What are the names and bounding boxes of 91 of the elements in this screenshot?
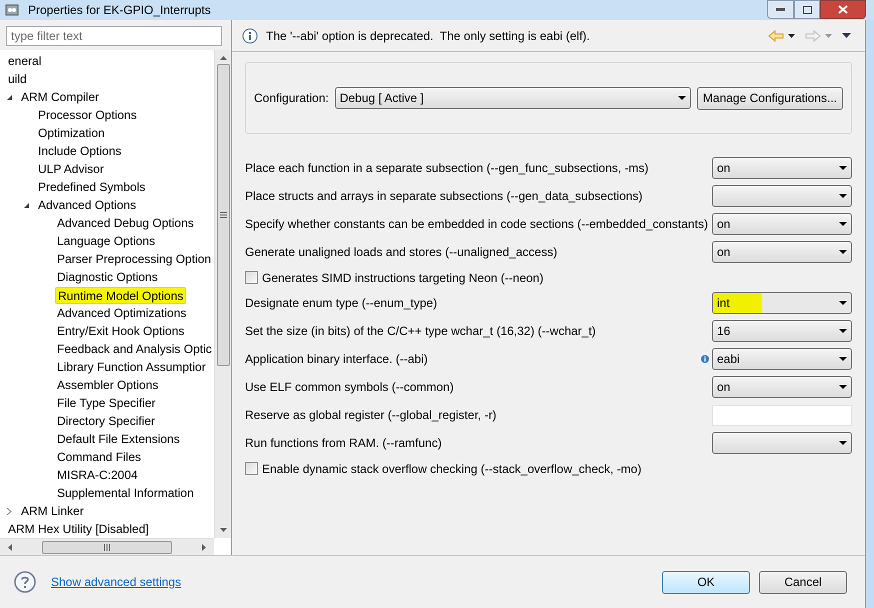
- tree-item[interactable]: Library Function Assumptior: [55, 358, 208, 376]
- option-dropdown[interactable]: int: [712, 292, 852, 314]
- dropdown-arrow-icon: [839, 222, 847, 226]
- option-label: Set the size (in bits) of the C/C++ type wchar_t (16,32) (--wchar_t): [245, 323, 596, 340]
- scroll-right-icon: [202, 544, 206, 550]
- tree-item[interactable]: eneral: [6, 52, 44, 70]
- tree-item[interactable]: Directory Specifier: [55, 412, 158, 430]
- manage-configurations-button[interactable]: Manage Configurations...: [696, 86, 843, 110]
- tree-item[interactable]: ULP Advisor: [36, 160, 106, 178]
- dropdown-arrow-icon: [839, 301, 847, 305]
- option-label: Use ELF common symbols (--common): [245, 379, 454, 396]
- tree-item[interactable]: Entry/Exit Hook Options: [55, 322, 186, 340]
- grip-icon: [220, 212, 226, 218]
- tree-item[interactable]: ARM Compiler: [19, 88, 102, 106]
- minimize-button[interactable]: [767, 0, 794, 19]
- tree-item[interactable]: Optimization: [36, 124, 107, 142]
- tree-item[interactable]: Language Options: [55, 232, 158, 250]
- checkbox[interactable]: [245, 462, 258, 475]
- dropdown-arrow-icon: [839, 357, 847, 361]
- tree-item[interactable]: ARM Hex Utility [Disabled]: [6, 520, 151, 538]
- scroll-left-icon: [8, 544, 12, 550]
- option-label: Specify whether constants can be embedded in code sections (--embedded_constants): [245, 216, 708, 233]
- minimize-icon: [776, 8, 785, 11]
- option-label: Generates SIMD instructions targeting Neon (--neon): [262, 270, 544, 286]
- tree-item[interactable]: Supplemental Information: [55, 484, 196, 502]
- expanded-arrow-icon[interactable]: [23, 202, 30, 208]
- dropdown-arrow-icon: [839, 250, 847, 254]
- tree-item[interactable]: Parser Preprocessing Option: [55, 250, 214, 268]
- tree-item[interactable]: Feedback and Analysis Optic: [55, 340, 214, 358]
- tree-item[interactable]: ARM Linker: [19, 502, 86, 520]
- close-icon: [838, 5, 848, 14]
- tree-item[interactable]: Processor Options: [36, 106, 139, 124]
- tree-item[interactable]: Runtime Model Options: [55, 286, 186, 304]
- option-dropdown[interactable]: on: [712, 213, 852, 235]
- input-field[interactable]: [712, 404, 852, 426]
- option-label: Application binary interface. (--abi): [245, 351, 428, 368]
- option-label: Enable dynamic stack overflow checking (--stack_overflow_check, -mo): [262, 460, 642, 478]
- info-icon: [242, 28, 258, 44]
- grip-icon: [104, 544, 110, 550]
- configuration-dropdown[interactable]: Debug [ Active ]: [334, 87, 691, 109]
- option-label: Place each function in a separate subsection (--gen_func_subsections, -ms): [245, 160, 649, 177]
- tree-item[interactable]: uild: [6, 70, 29, 88]
- close-button[interactable]: [820, 0, 866, 19]
- option-dropdown[interactable]: 16: [712, 320, 852, 342]
- filter-field[interactable]: type filter text: [6, 26, 222, 46]
- help-icon[interactable]: [14, 571, 36, 593]
- view-menu-icon[interactable]: [842, 33, 851, 38]
- tree-item[interactable]: Include Options: [36, 142, 124, 160]
- option-label: Generate unaligned loads and stores (--unaligned_access): [245, 244, 558, 261]
- scroll-down-icon: [220, 528, 226, 532]
- configuration-label: Configuration:: [254, 90, 329, 107]
- option-label: Place structs and arrays in separate subsections (--gen_data_subsections): [245, 188, 643, 205]
- ok-button[interactable]: OK: [662, 570, 750, 594]
- dropdown-arrow-icon: [839, 329, 847, 333]
- option-dropdown[interactable]: [712, 432, 852, 454]
- tree-item[interactable]: Predefined Symbols: [36, 178, 148, 196]
- tree-item[interactable]: Default File Extensions: [55, 430, 182, 448]
- option-dropdown[interactable]: [712, 185, 852, 207]
- tree-item[interactable]: Advanced Options: [36, 196, 138, 214]
- option-dropdown[interactable]: on: [712, 157, 852, 179]
- maximize-button[interactable]: [794, 0, 820, 19]
- dropdown-arrow-icon: [678, 96, 686, 100]
- dropdown-arrow-icon: [839, 194, 847, 198]
- tree-item[interactable]: Command Files: [55, 448, 144, 466]
- window-title: Properties for EK-GPIO_Interrupts: [28, 2, 211, 19]
- tree-item[interactable]: Advanced Debug Options: [55, 214, 196, 232]
- dropdown-arrow-icon: [839, 441, 847, 445]
- scroll-up-icon: [220, 56, 226, 60]
- app-icon: [4, 2, 20, 18]
- tree-item[interactable]: Advanced Optimizations: [55, 304, 188, 322]
- tree-item[interactable]: MISRA-C:2004: [55, 466, 140, 484]
- dropdown-arrow-icon: [839, 166, 847, 170]
- checkbox[interactable]: [245, 271, 258, 284]
- expanded-arrow-icon[interactable]: [6, 94, 13, 100]
- option-dropdown[interactable]: on: [712, 376, 852, 398]
- dropdown-arrow-icon: [839, 385, 847, 389]
- tree-item[interactable]: Assembler Options: [55, 376, 160, 394]
- tree-item[interactable]: File Type Specifier: [55, 394, 158, 412]
- info-message: The '--abi' option is deprecated. The only setting is eabi (elf).: [266, 28, 590, 44]
- option-dropdown[interactable]: on: [712, 241, 852, 263]
- option-dropdown[interactable]: eabi: [712, 348, 852, 370]
- horizontal-scrollbar[interactable]: [0, 538, 214, 555]
- cancel-button[interactable]: Cancel: [759, 570, 847, 594]
- option-label: Reserve as global register (--global_register, -r): [245, 407, 496, 424]
- tree-item[interactable]: Diagnostic Options: [55, 268, 160, 286]
- vertical-scrollbar[interactable]: [214, 50, 231, 538]
- option-label: Run functions from RAM. (--ramfunc): [245, 435, 442, 452]
- option-label: Designate enum type (--enum_type): [245, 295, 438, 312]
- maximize-icon: [802, 6, 812, 14]
- show-advanced-settings-link[interactable]: Show advanced settings: [51, 573, 182, 591]
- dropdown-caret-icon[interactable]: [788, 34, 795, 38]
